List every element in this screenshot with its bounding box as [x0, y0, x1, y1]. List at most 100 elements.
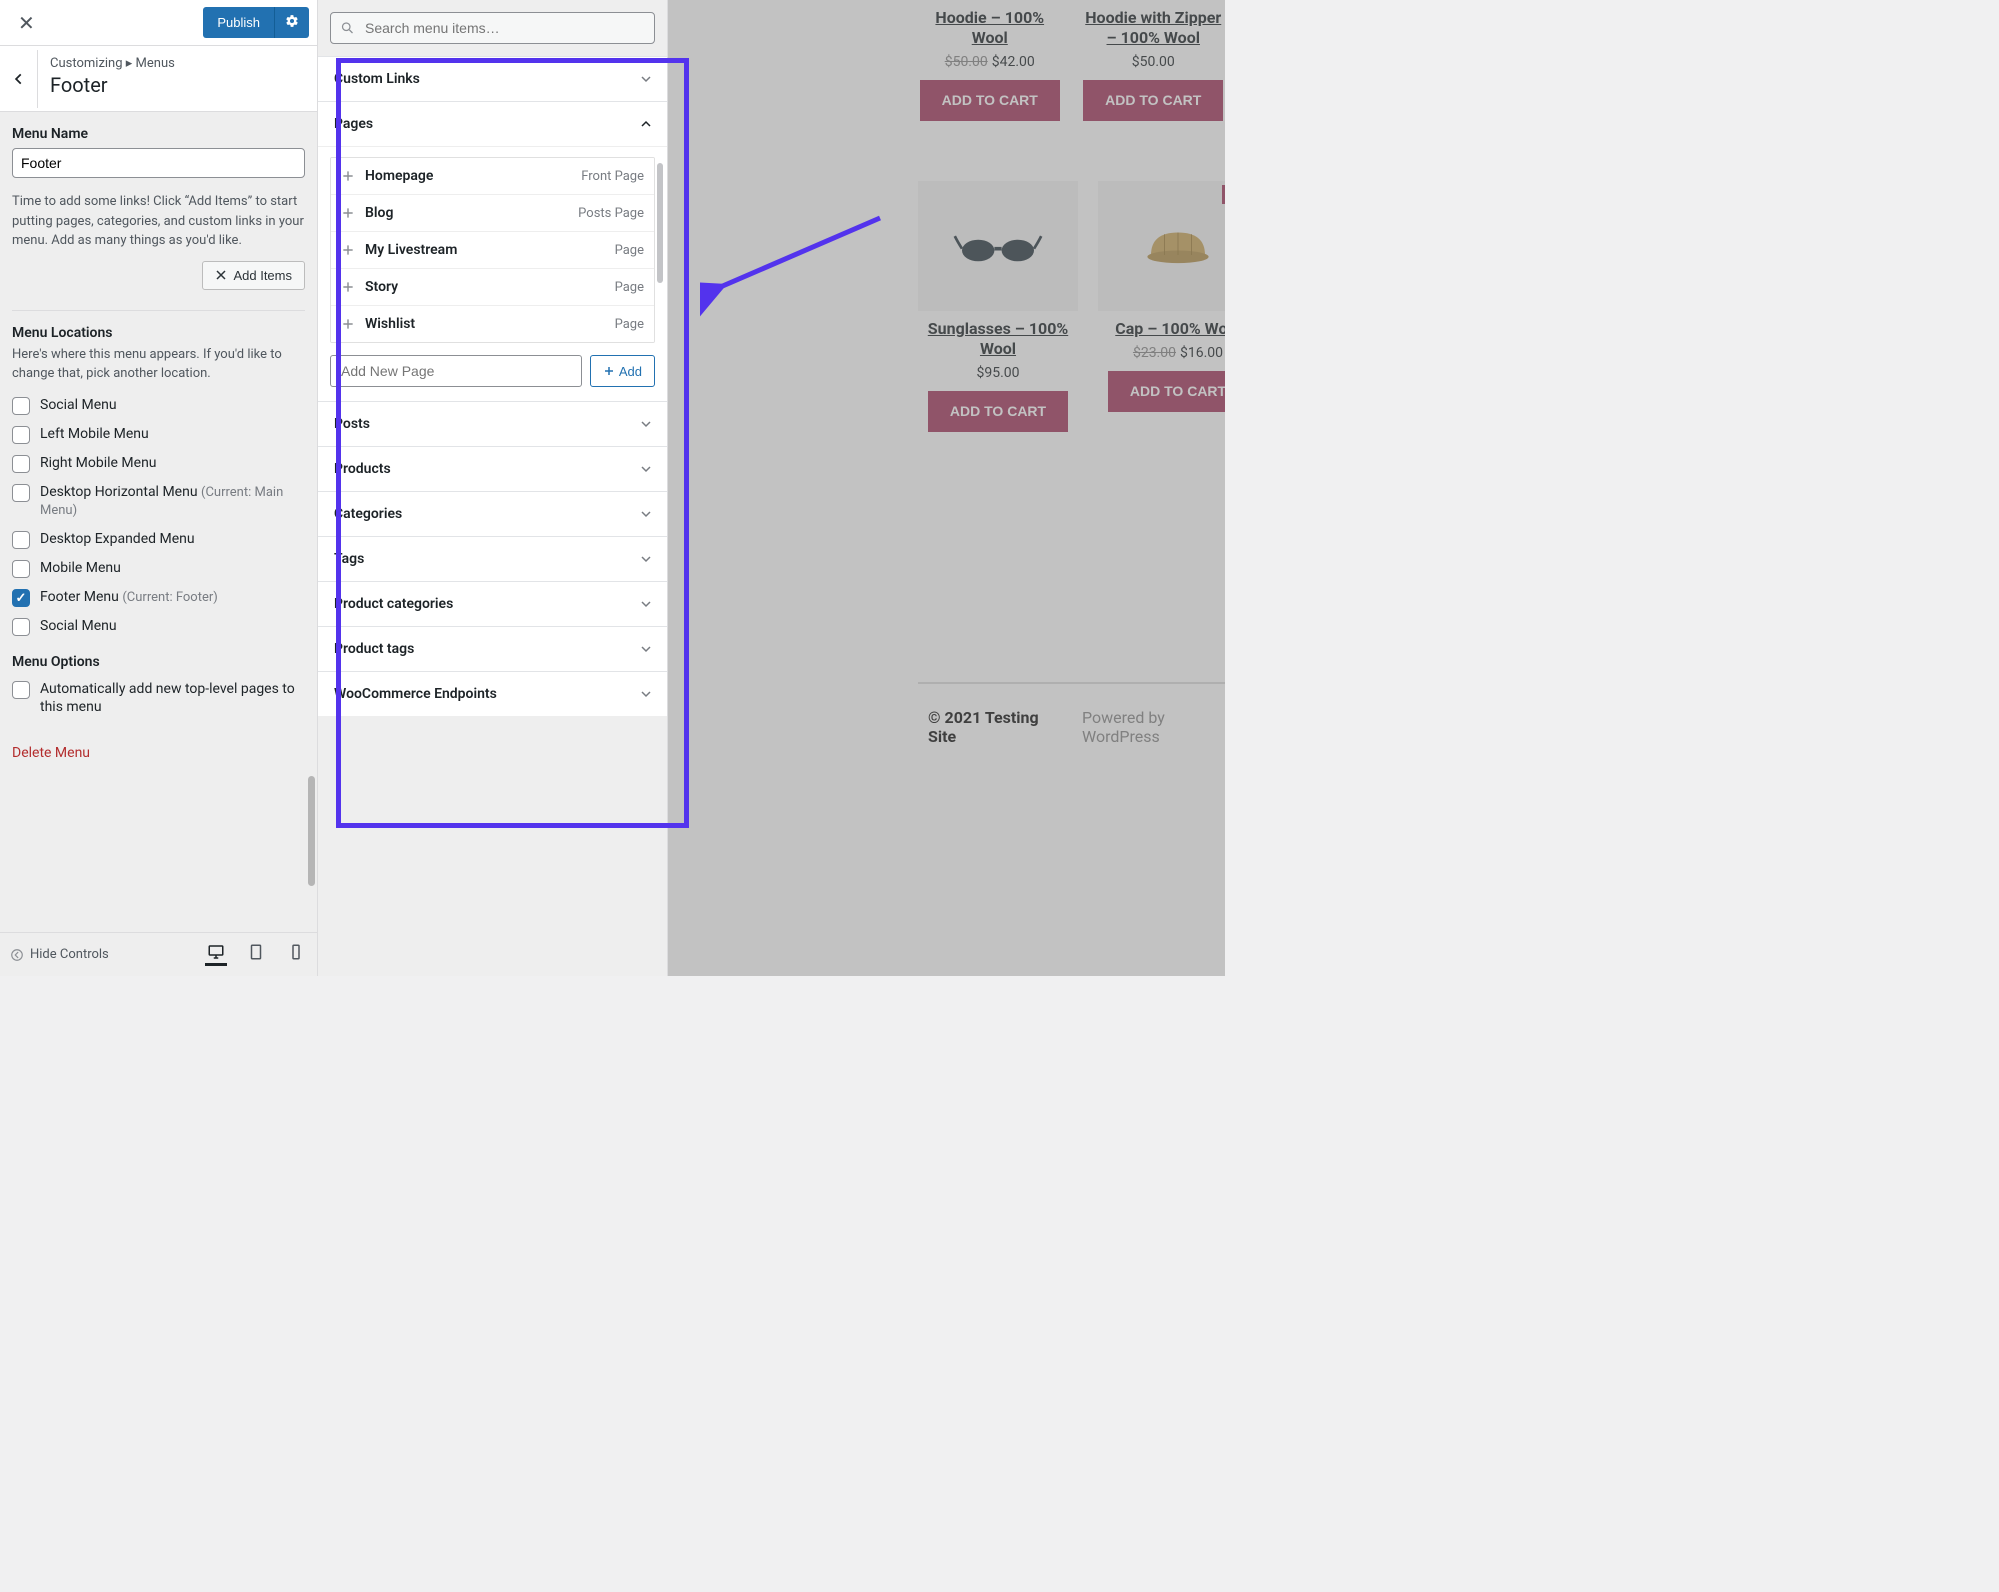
accordion-label: Categories [334, 506, 402, 522]
accordion-head[interactable]: Posts [318, 402, 667, 446]
product-title[interactable]: Cap – 100% Wool [1098, 319, 1225, 339]
device-tablet-button[interactable] [245, 944, 267, 966]
copyright-text: © 2021 Testing Site [928, 708, 1052, 746]
menu-location-row[interactable]: Left Mobile Menu [12, 425, 305, 444]
checkbox[interactable] [12, 397, 30, 415]
page-type: Page [615, 280, 644, 295]
chevron-down-icon [641, 554, 651, 564]
menu-location-note: (Current: Main Menu) [40, 485, 283, 519]
accordion-head[interactable]: Product tags [318, 627, 667, 671]
menu-location-label: Desktop Expanded Menu [40, 530, 195, 548]
menu-location-note: (Current: Footer) [122, 590, 217, 605]
delete-menu-link[interactable]: Delete Menu [12, 745, 90, 761]
back-button[interactable] [0, 50, 38, 108]
accordion-label: Products [334, 461, 391, 477]
page-type: Posts Page [578, 206, 644, 221]
product-card: Hoodie with Zipper – 100% Wool$50.00ADD … [1082, 0, 1226, 121]
product-title[interactable]: Sunglasses – 100% Wool [918, 319, 1078, 359]
chevron-down-icon [641, 599, 651, 609]
page-name: Story [365, 279, 398, 295]
product-title[interactable]: Hoodie – 100% Wool [918, 8, 1062, 48]
page-name: My Livestream [365, 242, 457, 258]
device-toggle-group [205, 944, 307, 966]
add-to-cart-button[interactable]: ADD TO CART [1083, 80, 1223, 121]
scrollbar[interactable] [308, 50, 315, 926]
powered-by-text: Powered by WordPress [1082, 708, 1225, 746]
plus-icon [341, 280, 355, 294]
accordion-products: Products [318, 446, 667, 491]
accordion-head[interactable]: Tags [318, 537, 667, 581]
accordion-label: Product categories [334, 596, 453, 612]
checkbox[interactable] [12, 531, 30, 549]
publish-button[interactable]: Publish [203, 7, 274, 38]
hide-controls-button[interactable]: Hide Controls [10, 947, 109, 962]
chevron-up-icon [641, 119, 651, 129]
accordion-head[interactable]: WooCommerce Endpoints [318, 672, 667, 716]
add-new-page-input[interactable] [330, 355, 582, 387]
menu-location-row[interactable]: Social Menu [12, 617, 305, 636]
add-items-button[interactable]: Add Items [202, 261, 305, 290]
close-icon[interactable]: ✕ [8, 5, 45, 41]
menu-location-row[interactable]: Desktop Horizontal Menu (Current: Main M… [12, 483, 305, 521]
chevron-left-icon [10, 948, 24, 962]
accordion: Custom Links Pages HomepageFront PageBlo… [318, 56, 667, 976]
checkbox[interactable] [12, 484, 30, 502]
panel-body: Menu Name Time to add some links! Click … [0, 112, 317, 932]
checkbox[interactable] [12, 560, 30, 578]
accordion-label: Posts [334, 416, 370, 432]
menu-location-row[interactable]: Social Menu [12, 396, 305, 415]
menu-location-row[interactable]: Footer Menu (Current: Footer) [12, 588, 305, 607]
accordion-pages: Pages HomepageFront Page Blog Posts Page My… [318, 101, 667, 401]
menu-name-input[interactable] [12, 148, 305, 178]
product-card: Hoodie – 100% Wool $50.00$42.00 ADD TO CAR… [918, 0, 1062, 121]
add-new-page-button[interactable]: Add [590, 355, 655, 387]
accordion-head[interactable]: Categories [318, 492, 667, 536]
menu-location-row[interactable]: Right Mobile Menu [12, 454, 305, 473]
checkbox[interactable] [12, 426, 30, 444]
accordion-head[interactable]: Custom Links [318, 57, 667, 101]
menu-hint: Time to add some links! Click “Add Items… [12, 192, 305, 251]
menu-location-label: Footer Menu (Current: Footer) [40, 588, 218, 607]
page-item[interactable]: WishlistPage [331, 306, 654, 342]
publish-settings-button[interactable] [274, 7, 309, 38]
accordion-head[interactable]: Pages [318, 102, 667, 146]
page-item[interactable]: Story Page [331, 269, 654, 306]
accordion-head[interactable]: Products [318, 447, 667, 491]
chevron-down-icon [641, 509, 651, 519]
menu-location-row[interactable]: Desktop Expanded Menu [12, 530, 305, 549]
checkbox[interactable] [12, 455, 30, 473]
chevron-left-icon [12, 72, 26, 86]
product-card: Sunglasses – 100% Wool$95.00ADD TO CART [918, 181, 1078, 432]
accordion-product-categories: Product categories [318, 581, 667, 626]
menu-location-label: Desktop Horizontal Menu (Current: Main M… [40, 483, 305, 521]
accordion-label: Custom Links [334, 71, 420, 87]
add-to-cart-button[interactable]: ADD TO CART [920, 80, 1060, 121]
checkbox[interactable] [12, 618, 30, 636]
menu-location-row[interactable]: Mobile Menu [12, 559, 305, 578]
page-item[interactable]: HomepageFront Page [331, 158, 654, 195]
menu-location-label: Social Menu [40, 617, 117, 635]
page-name: Homepage [365, 168, 433, 184]
auto-add-row[interactable]: Automatically add new top-level pages to… [12, 680, 305, 716]
menu-locations-title: Menu Locations [12, 325, 305, 341]
add-to-cart-button[interactable]: ADD TO CART [1108, 371, 1225, 412]
page-item[interactable]: Blog Posts Page [331, 195, 654, 232]
product-price: $23.00$16.00 [1098, 345, 1225, 361]
product-title[interactable]: Hoodie with Zipper – 100% Wool [1082, 8, 1226, 48]
page-item[interactable]: My LivestreamPage [331, 232, 654, 269]
checkbox[interactable] [12, 681, 30, 699]
device-desktop-button[interactable] [205, 944, 227, 966]
scrollbar[interactable] [657, 163, 663, 283]
device-mobile-button[interactable] [285, 944, 307, 966]
accordion-head[interactable]: Product categories [318, 582, 667, 626]
plus-icon [341, 317, 355, 331]
accordion-tags: Tags [318, 536, 667, 581]
add-to-cart-button[interactable]: ADD TO CART [928, 391, 1068, 432]
product-price: $50.00$42.00 [918, 54, 1062, 70]
page-name: Blog [365, 205, 393, 221]
add-button-label: Add [619, 364, 642, 379]
search-input[interactable] [330, 12, 655, 44]
close-icon [215, 269, 227, 281]
accordion-label: Tags [334, 551, 364, 567]
checkbox[interactable] [12, 589, 30, 607]
